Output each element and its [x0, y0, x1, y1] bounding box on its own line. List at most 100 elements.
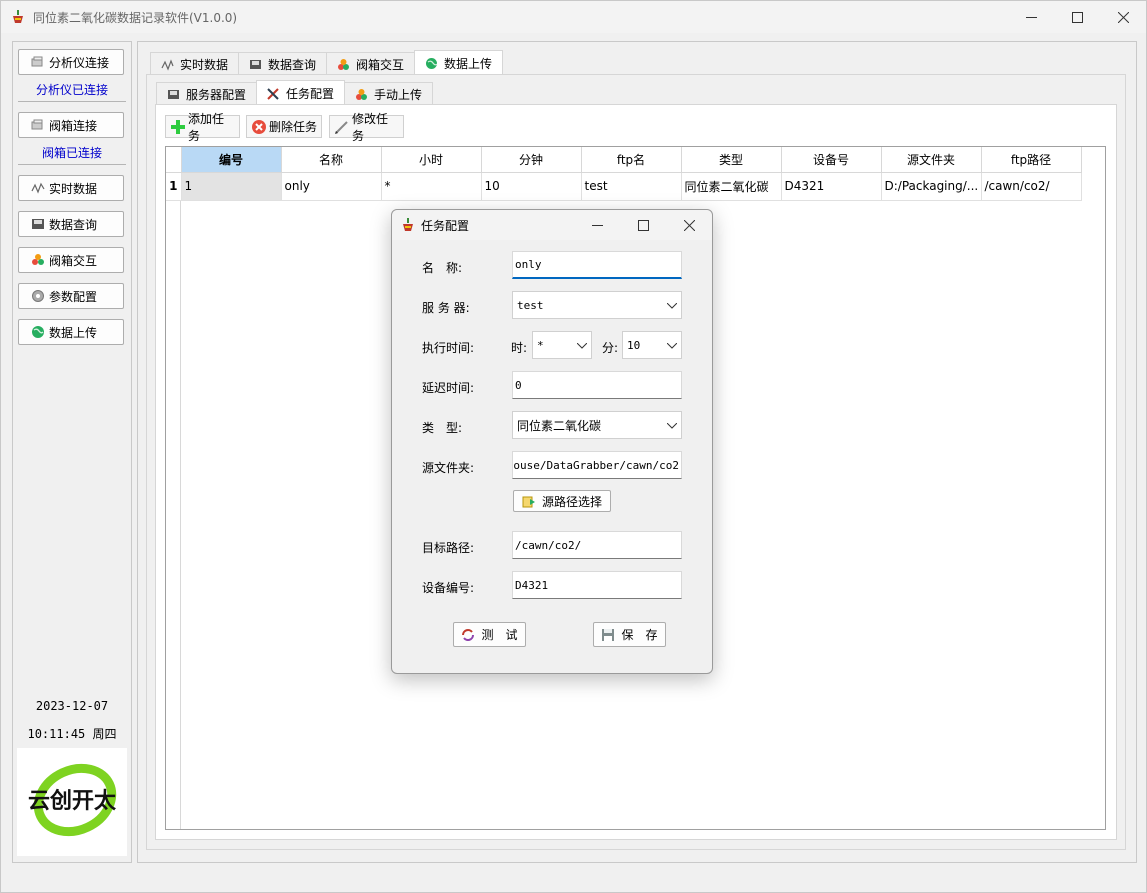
minimize-button[interactable]	[1008, 1, 1054, 33]
device-id-label: 设备编号:	[422, 581, 475, 595]
delay-input[interactable]: 0	[512, 371, 682, 399]
title-bar: 同位素二氧化碳数据记录软件(V1.0.0)	[1, 1, 1146, 33]
connect-icon	[31, 118, 45, 132]
column-header[interactable]: 小时	[381, 147, 482, 173]
app-window: 同位素二氧化碳数据记录软件(V1.0.0) 分析仪连接 分析仪已连接 阀箱连接 …	[0, 0, 1147, 893]
column-header[interactable]: 名称	[281, 147, 382, 173]
minute-select[interactable]: 10	[622, 331, 682, 359]
close-button[interactable]	[1100, 1, 1146, 33]
sidebar-item-settings[interactable]: 参数配置	[18, 283, 124, 309]
row-header-column	[166, 147, 181, 829]
connect-icon	[31, 55, 45, 69]
source-path-select-button[interactable]: 源路径选择	[513, 490, 611, 512]
type-select[interactable]: 同位素二氧化碳	[512, 411, 682, 439]
server-label: 服 务 器:	[422, 301, 470, 315]
hour-label: 时:	[511, 341, 528, 355]
dialog-close-button[interactable]	[666, 210, 712, 240]
tab-valve[interactable]: 阀箱交互	[326, 52, 416, 76]
current-date: 2023-12-07	[35, 699, 109, 713]
chevron-down-icon	[576, 338, 588, 352]
table-cell[interactable]: *	[381, 172, 482, 201]
table-row[interactable]: 1 1 only * 10 test 同位素二氧化碳 D4321 D:/Pack…	[166, 172, 1082, 201]
sidebar-item-realtime[interactable]: 实时数据	[18, 175, 124, 201]
dialog-maximize-button[interactable]	[620, 210, 666, 240]
minute-label: 分:	[602, 341, 619, 355]
gear-icon	[31, 289, 45, 303]
tab-task-config[interactable]: 任务配置	[256, 80, 346, 106]
database-icon	[249, 58, 262, 71]
realtime-chart-icon	[161, 58, 174, 71]
app-icon	[401, 218, 415, 232]
valve-connect-button[interactable]: 阀箱连接	[18, 112, 124, 138]
sidebar-item-valve[interactable]: 阀箱交互	[18, 247, 124, 273]
table-cell[interactable]: 10	[481, 172, 582, 201]
tab-manual-upload[interactable]: 手动上传	[344, 82, 434, 106]
valve-icon	[337, 58, 350, 71]
app-icon	[11, 10, 25, 24]
dialog-minimize-button[interactable]	[574, 210, 620, 240]
task-config-dialog: 任务配置 名 称: only 服 务 器: test 执行时间: 时: * 分:…	[391, 209, 713, 674]
floppy-disk-icon	[601, 628, 615, 642]
refresh-icon	[461, 628, 475, 642]
device-id-input[interactable]: D4321	[512, 571, 682, 599]
sidebar-item-upload[interactable]: 数据上传	[18, 319, 124, 345]
sidebar-item-query[interactable]: 数据查询	[18, 211, 124, 237]
column-header[interactable]: 编号	[181, 147, 282, 173]
test-button[interactable]: 测 试	[453, 622, 526, 647]
maximize-button[interactable]	[1054, 1, 1100, 33]
database-icon	[167, 88, 180, 101]
chevron-down-icon	[666, 338, 678, 352]
row-header[interactable]: 1	[166, 172, 182, 201]
hour-select[interactable]: *	[532, 331, 592, 359]
main-tabs: 实时数据 数据查询 阀箱交互 数据上传	[150, 50, 504, 76]
tab-query[interactable]: 数据查询	[238, 52, 328, 76]
globe-icon	[31, 325, 45, 339]
table-cell[interactable]: D4321	[781, 172, 882, 201]
delete-task-button[interactable]: 删除任务	[246, 115, 322, 138]
name-label: 名 称:	[422, 261, 463, 275]
chevron-down-icon	[666, 298, 678, 312]
globe-icon	[425, 57, 438, 70]
valve-icon	[355, 88, 368, 101]
column-header[interactable]: 类型	[681, 147, 782, 173]
server-select[interactable]: test	[512, 291, 682, 319]
dialog-title-bar: 任务配置	[392, 210, 712, 240]
company-logo: 云创开太	[17, 748, 127, 856]
database-icon	[31, 217, 45, 231]
divider	[18, 164, 126, 165]
analyzer-status: 分析仪已连接	[35, 83, 108, 97]
table-cell[interactable]: D:/Packaging/...	[881, 172, 982, 201]
analyzer-connect-button[interactable]: 分析仪连接	[18, 49, 124, 75]
tools-icon	[267, 87, 280, 100]
column-header[interactable]: 设备号	[781, 147, 882, 173]
table-cell[interactable]: 同位素二氧化碳	[681, 172, 782, 201]
column-header[interactable]: 分钟	[481, 147, 582, 173]
exec-time-label: 执行时间:	[422, 341, 475, 355]
window-title: 同位素二氧化碳数据记录软件(V1.0.0)	[33, 10, 238, 25]
pencil-icon	[334, 119, 350, 135]
tab-upload[interactable]: 数据上传	[414, 50, 504, 76]
column-header[interactable]: 源文件夹	[881, 147, 982, 173]
table-cell[interactable]: 1	[181, 172, 282, 201]
edit-task-button[interactable]: 修改任务	[329, 112, 404, 143]
tab-server-config[interactable]: 服务器配置	[156, 82, 258, 106]
name-input[interactable]: only	[512, 251, 682, 279]
tab-realtime[interactable]: 实时数据	[150, 52, 240, 76]
divider	[18, 101, 126, 102]
chevron-down-icon	[666, 418, 678, 432]
delete-icon	[251, 119, 267, 135]
source-folder-input[interactable]: enHouse/DataGrabber/cawn/co2	[512, 451, 682, 479]
table-cell[interactable]: only	[281, 172, 382, 201]
save-button[interactable]: 保 存	[593, 622, 666, 647]
table-cell[interactable]: /cawn/co2/	[981, 172, 1082, 201]
table-cell[interactable]: test	[581, 172, 682, 201]
source-folder-label: 源文件夹:	[422, 461, 475, 475]
column-header[interactable]: ftp路径	[981, 147, 1082, 173]
target-path-input[interactable]: /cawn/co2/	[512, 531, 682, 559]
add-task-button[interactable]: 添加任务	[165, 112, 240, 143]
realtime-chart-icon	[31, 181, 45, 195]
plus-icon	[170, 119, 186, 135]
dialog-title: 任务配置	[421, 218, 470, 233]
corner-header	[166, 147, 182, 173]
column-header[interactable]: ftp名	[581, 147, 682, 173]
